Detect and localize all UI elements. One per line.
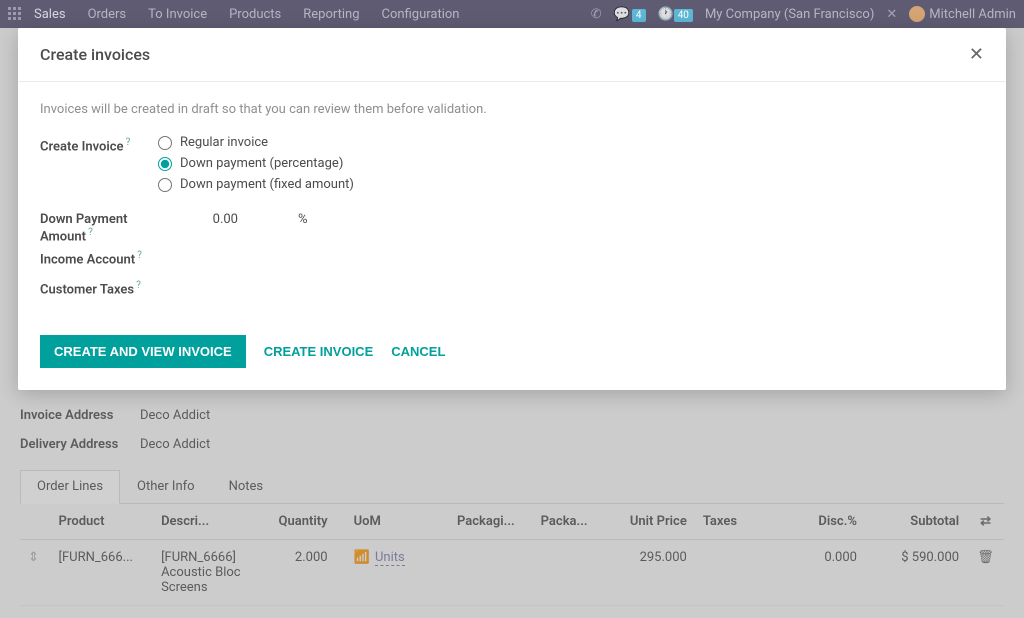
col-quantity: Quantity bbox=[256, 504, 335, 540]
cancel-button[interactable]: Cancel bbox=[391, 344, 445, 359]
menu-orders[interactable]: Orders bbox=[88, 7, 127, 22]
col-packa: Packa... bbox=[533, 504, 604, 540]
menu-configuration[interactable]: Configuration bbox=[382, 7, 460, 22]
close-icon[interactable]: ✕ bbox=[969, 44, 984, 65]
cell-subtotal: $ 590.000 bbox=[865, 540, 967, 606]
delivery-address-value: Deco Addict bbox=[140, 437, 210, 452]
phone-icon[interactable]: ✆ bbox=[591, 7, 602, 22]
swap-icon[interactable]: ⇄ bbox=[980, 514, 991, 529]
menu-products[interactable]: Products bbox=[229, 7, 281, 22]
cell-unit-price: 295.000 bbox=[604, 540, 695, 606]
cell-quantity: 2.000 bbox=[256, 540, 335, 606]
down-payment-unit: % bbox=[298, 212, 308, 227]
create-and-view-invoice-button[interactable]: Create and View Invoice bbox=[40, 335, 246, 368]
col-subtotal: Subtotal bbox=[865, 504, 967, 540]
radio-down-percentage[interactable]: Down payment (percentage) bbox=[158, 156, 354, 171]
help-icon[interactable]: ? bbox=[137, 250, 142, 261]
top-navbar: Sales Orders To Invoice Products Reporti… bbox=[0, 0, 1024, 28]
menu-reporting[interactable]: Reporting bbox=[303, 7, 359, 22]
app-name[interactable]: Sales bbox=[34, 7, 66, 22]
main-menu: Orders To Invoice Products Reporting Con… bbox=[88, 7, 460, 22]
help-icon[interactable]: ? bbox=[136, 280, 141, 291]
cell-description: [FURN_6666] Acoustic Bloc Screens bbox=[153, 540, 256, 606]
tab-order-lines[interactable]: Order Lines bbox=[20, 470, 120, 504]
cell-product: [FURN_666... bbox=[51, 540, 154, 606]
forecast-icon[interactable]: 📶 bbox=[354, 550, 370, 565]
cell-uom[interactable]: Units bbox=[375, 550, 405, 566]
tools-icon[interactable]: ✕ bbox=[886, 7, 897, 22]
table-row[interactable]: ⇕ [FURN_666... [FURN_6666] Acoustic Bloc… bbox=[20, 540, 1004, 606]
income-account-label: Income Account? bbox=[40, 248, 158, 267]
order-tabs: Order Lines Other Info Notes bbox=[20, 470, 1004, 504]
activity-icon[interactable]: 🕐40 bbox=[658, 7, 693, 22]
cell-disc: 0.000 bbox=[786, 540, 865, 606]
apps-icon[interactable] bbox=[8, 7, 22, 21]
invoice-type-radiogroup: Regular invoice Down payment (percentage… bbox=[158, 135, 354, 192]
radio-regular[interactable]: Regular invoice bbox=[158, 135, 354, 150]
order-lines-table: Product Descri... Quantity UoM Packagi..… bbox=[20, 504, 1004, 606]
drag-handle-icon[interactable]: ⇕ bbox=[28, 550, 39, 565]
tab-notes[interactable]: Notes bbox=[212, 470, 281, 503]
invoice-address-label: Invoice Address bbox=[20, 408, 140, 423]
col-packaging: Packagi... bbox=[449, 504, 533, 540]
invoice-address-value: Deco Addict bbox=[140, 408, 210, 423]
tab-other-info[interactable]: Other Info bbox=[120, 470, 212, 503]
col-description: Descri... bbox=[153, 504, 256, 540]
create-invoices-modal: Create invoices ✕ Invoices will be creat… bbox=[18, 28, 1006, 390]
company-selector[interactable]: My Company (San Francisco) bbox=[705, 7, 874, 22]
col-disc: Disc.% bbox=[786, 504, 865, 540]
messaging-icon[interactable]: 💬4 bbox=[614, 7, 646, 22]
help-icon[interactable]: ? bbox=[88, 227, 93, 238]
customer-taxes-label: Customer Taxes? bbox=[40, 278, 158, 297]
col-taxes: Taxes bbox=[695, 504, 786, 540]
radio-down-fixed[interactable]: Down payment (fixed amount) bbox=[158, 177, 354, 192]
user-menu[interactable]: Mitchell Admin bbox=[909, 6, 1016, 22]
delivery-address-label: Delivery Address bbox=[20, 437, 140, 452]
modal-help-text: Invoices will be created in draft so tha… bbox=[40, 102, 984, 117]
trash-icon[interactable]: 🗑 bbox=[977, 550, 994, 565]
down-payment-value[interactable]: 0.00 bbox=[158, 212, 238, 227]
menu-to-invoice[interactable]: To Invoice bbox=[148, 7, 207, 22]
col-unit-price: Unit Price bbox=[604, 504, 695, 540]
create-invoice-button[interactable]: Create Invoice bbox=[264, 344, 374, 359]
create-invoice-label: Create Invoice? bbox=[40, 135, 158, 154]
col-product: Product bbox=[51, 504, 154, 540]
col-uom: UoM bbox=[336, 504, 449, 540]
help-icon[interactable]: ? bbox=[126, 137, 131, 148]
modal-title: Create invoices bbox=[40, 45, 969, 64]
down-payment-label: Down Payment Amount? bbox=[40, 210, 158, 244]
